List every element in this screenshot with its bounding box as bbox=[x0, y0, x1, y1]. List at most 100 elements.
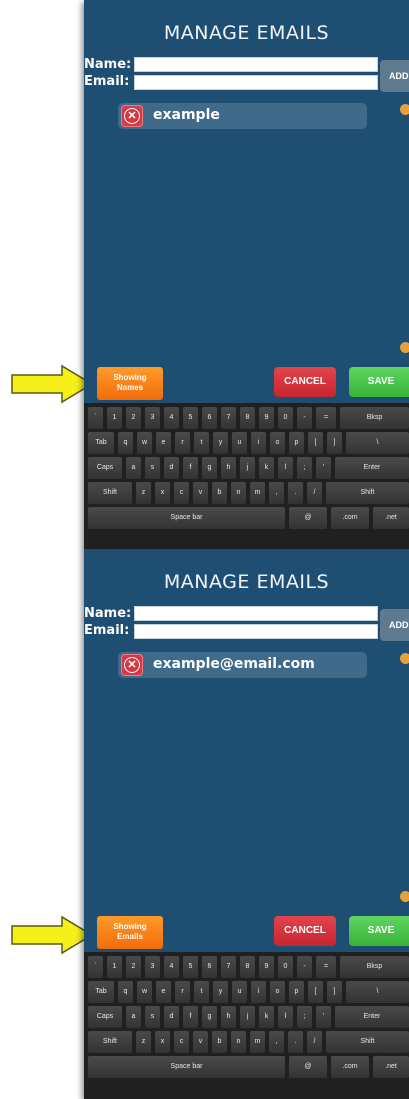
key[interactable]: = bbox=[316, 956, 336, 978]
key[interactable]: = bbox=[316, 407, 336, 429]
key[interactable]: f bbox=[183, 1006, 198, 1028]
key[interactable]: 7 bbox=[221, 407, 236, 429]
key[interactable]: x bbox=[155, 1031, 170, 1053]
key[interactable]: e bbox=[156, 432, 171, 454]
key[interactable]: i bbox=[251, 981, 266, 1003]
key[interactable]: .net bbox=[373, 507, 409, 529]
key[interactable]: 1 bbox=[107, 956, 122, 978]
key[interactable]: - bbox=[297, 407, 312, 429]
key[interactable]: j bbox=[240, 1006, 255, 1028]
save-button[interactable]: SAVE bbox=[349, 367, 409, 397]
key[interactable]: n bbox=[231, 482, 246, 504]
key[interactable]: r bbox=[175, 432, 190, 454]
add-button[interactable]: ADD bbox=[380, 60, 409, 92]
add-button[interactable]: ADD bbox=[380, 609, 409, 641]
key[interactable]: c bbox=[174, 1031, 189, 1053]
email-field[interactable] bbox=[134, 75, 378, 90]
spacebar-key[interactable]: Space bar bbox=[88, 507, 285, 529]
key[interactable]: g bbox=[202, 457, 217, 479]
spacebar-key[interactable]: Space bar bbox=[88, 1056, 285, 1078]
key[interactable]: k bbox=[259, 457, 274, 479]
key[interactable]: Bksp bbox=[340, 407, 409, 429]
showing-toggle-button[interactable]: Showing Emails bbox=[97, 916, 163, 949]
key[interactable]: 5 bbox=[183, 407, 198, 429]
key[interactable]: d bbox=[164, 1006, 179, 1028]
key[interactable]: q bbox=[118, 432, 133, 454]
key[interactable]: .com bbox=[331, 507, 369, 529]
key[interactable]: 2 bbox=[126, 956, 141, 978]
key[interactable]: f bbox=[183, 457, 198, 479]
key[interactable]: 9 bbox=[259, 407, 274, 429]
key[interactable]: Shift bbox=[326, 1031, 409, 1053]
key[interactable]: Caps bbox=[88, 457, 122, 479]
save-button[interactable]: SAVE bbox=[349, 916, 409, 946]
key[interactable]: l bbox=[278, 457, 293, 479]
key[interactable]: 2 bbox=[126, 407, 141, 429]
key[interactable]: . bbox=[288, 482, 303, 504]
key[interactable]: Tab bbox=[88, 981, 114, 1003]
key[interactable]: b bbox=[212, 1031, 227, 1053]
scroll-up-indicator[interactable] bbox=[400, 104, 409, 115]
key[interactable]: Caps bbox=[88, 1006, 122, 1028]
key[interactable]: t bbox=[194, 432, 209, 454]
key[interactable]: l bbox=[278, 1006, 293, 1028]
key[interactable]: 6 bbox=[202, 956, 217, 978]
key[interactable]: p bbox=[289, 432, 304, 454]
key[interactable]: Enter bbox=[335, 1006, 409, 1028]
key[interactable]: 1 bbox=[107, 407, 122, 429]
key[interactable]: ` bbox=[88, 407, 103, 429]
key[interactable]: 5 bbox=[183, 956, 198, 978]
key[interactable]: 4 bbox=[164, 407, 179, 429]
key[interactable]: \ bbox=[346, 981, 409, 1003]
key[interactable]: m bbox=[250, 1031, 265, 1053]
key[interactable]: Shift bbox=[326, 482, 409, 504]
key[interactable]: / bbox=[307, 1031, 322, 1053]
key[interactable]: z bbox=[136, 1031, 151, 1053]
key[interactable]: w bbox=[137, 981, 152, 1003]
key[interactable]: 0 bbox=[278, 407, 293, 429]
remove-entry-button[interactable]: ✕ bbox=[121, 654, 143, 676]
key[interactable]: j bbox=[240, 457, 255, 479]
list-item[interactable]: ✕ example@email.com bbox=[118, 652, 367, 678]
key[interactable]: a bbox=[126, 457, 141, 479]
key[interactable]: 3 bbox=[145, 956, 160, 978]
key[interactable]: ; bbox=[297, 457, 312, 479]
key[interactable]: 0 bbox=[278, 956, 293, 978]
key[interactable]: ] bbox=[327, 432, 342, 454]
key[interactable]: g bbox=[202, 1006, 217, 1028]
scroll-down-indicator[interactable] bbox=[400, 891, 409, 902]
list-item[interactable]: ✕ example bbox=[118, 103, 367, 129]
key[interactable]: [ bbox=[308, 432, 323, 454]
key[interactable]: Shift bbox=[88, 1031, 132, 1053]
key[interactable]: .com bbox=[331, 1056, 369, 1078]
key[interactable]: 3 bbox=[145, 407, 160, 429]
key[interactable]: n bbox=[231, 1031, 246, 1053]
key[interactable]: ' bbox=[316, 457, 331, 479]
key[interactable]: x bbox=[155, 482, 170, 504]
key[interactable]: Bksp bbox=[340, 956, 409, 978]
key[interactable]: h bbox=[221, 1006, 236, 1028]
key[interactable]: 9 bbox=[259, 956, 274, 978]
key[interactable]: b bbox=[212, 482, 227, 504]
name-field[interactable] bbox=[134, 57, 378, 72]
key[interactable]: w bbox=[137, 432, 152, 454]
key[interactable]: o bbox=[270, 981, 285, 1003]
key[interactable]: r bbox=[175, 981, 190, 1003]
key[interactable]: . bbox=[288, 1031, 303, 1053]
key[interactable]: Shift bbox=[88, 482, 132, 504]
key[interactable]: z bbox=[136, 482, 151, 504]
key[interactable]: s bbox=[145, 1006, 160, 1028]
key[interactable]: o bbox=[270, 432, 285, 454]
key[interactable]: s bbox=[145, 457, 160, 479]
key[interactable]: , bbox=[269, 1031, 284, 1053]
key[interactable]: e bbox=[156, 981, 171, 1003]
scroll-down-indicator[interactable] bbox=[400, 342, 409, 353]
key[interactable]: @ bbox=[289, 1056, 327, 1078]
key[interactable]: , bbox=[269, 482, 284, 504]
key[interactable]: ` bbox=[88, 956, 103, 978]
email-field[interactable] bbox=[134, 624, 378, 639]
key[interactable]: y bbox=[213, 432, 228, 454]
key[interactable]: i bbox=[251, 432, 266, 454]
key[interactable]: p bbox=[289, 981, 304, 1003]
cancel-button[interactable]: CANCEL bbox=[274, 367, 336, 397]
